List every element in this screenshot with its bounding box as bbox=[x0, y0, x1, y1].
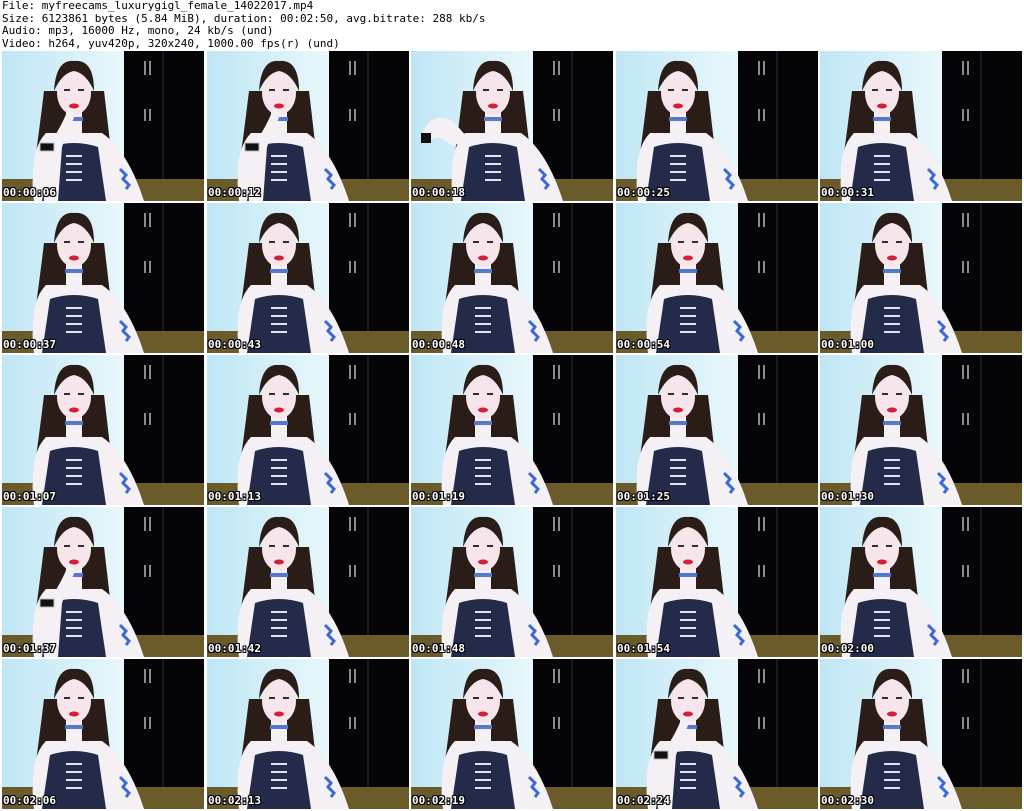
file-name-line: File: myfreecams_luxurygigl_female_14022… bbox=[2, 0, 314, 12]
thumbnail-timestamp: 00:00:25 bbox=[617, 186, 670, 199]
video-thumbnail: 00:00:48 bbox=[411, 203, 613, 353]
video-info-line: Video: h264, yuv420p, 320x240, 1000.00 f… bbox=[2, 36, 340, 50]
video-thumbnail: 00:01:30 bbox=[820, 355, 1022, 505]
video-frame-image bbox=[411, 51, 613, 201]
video-frame-image bbox=[2, 355, 204, 505]
video-thumbnail: 00:01:13 bbox=[207, 355, 409, 505]
thumbnail-timestamp: 00:02:13 bbox=[208, 794, 261, 807]
thumbnail-timestamp: 00:01:48 bbox=[412, 642, 465, 655]
thumbnail-timestamp: 00:02:24 bbox=[617, 794, 670, 807]
thumbnail-timestamp: 00:02:06 bbox=[3, 794, 56, 807]
thumbnail-timestamp: 00:00:37 bbox=[3, 338, 56, 351]
video-thumbnail: 00:00:06 bbox=[2, 51, 204, 201]
video-thumbnail: 00:01:00 bbox=[820, 203, 1022, 353]
video-thumbnail: 00:02:19 bbox=[411, 659, 613, 809]
video-frame-image bbox=[207, 355, 409, 505]
video-thumbnail: 00:00:18 bbox=[411, 51, 613, 201]
video-frame-image bbox=[820, 659, 1022, 809]
video-thumbnail: 00:02:06 bbox=[2, 659, 204, 809]
video-frame-image bbox=[616, 659, 818, 809]
video-thumbnail: 00:01:37 bbox=[2, 507, 204, 657]
file-info-header: File: myfreecams_luxurygigl_female_14022… bbox=[2, 0, 1022, 50]
thumbnail-timestamp: 00:01:07 bbox=[3, 490, 56, 503]
thumbnail-timestamp: 00:01:19 bbox=[412, 490, 465, 503]
thumbnail-timestamp: 00:00:18 bbox=[412, 186, 465, 199]
thumbnail-grid: 00:00:06 00:00:12 00:00:18 00:00:25 00:00:31… bbox=[2, 51, 1022, 811]
video-frame-image bbox=[207, 507, 409, 657]
thumbnail-timestamp: 00:02:19 bbox=[412, 794, 465, 807]
video-frame-image bbox=[411, 507, 613, 657]
video-frame-image bbox=[820, 203, 1022, 353]
video-frame-image bbox=[2, 203, 204, 353]
video-frame-image bbox=[411, 203, 613, 353]
video-thumbnail: 00:00:25 bbox=[616, 51, 818, 201]
thumbnail-timestamp: 00:01:13 bbox=[208, 490, 261, 503]
video-thumbnail: 00:01:19 bbox=[411, 355, 613, 505]
video-thumbnail: 00:00:37 bbox=[2, 203, 204, 353]
thumbnail-timestamp: 00:01:54 bbox=[617, 642, 670, 655]
thumbnail-timestamp: 00:02:30 bbox=[821, 794, 874, 807]
thumbnail-timestamp: 00:01:25 bbox=[617, 490, 670, 503]
video-thumbnail: 00:02:13 bbox=[207, 659, 409, 809]
video-thumbnail: 00:00:31 bbox=[820, 51, 1022, 201]
video-frame-image bbox=[616, 203, 818, 353]
video-thumbnail: 00:02:24 bbox=[616, 659, 818, 809]
video-thumbnail: 00:01:54 bbox=[616, 507, 818, 657]
video-frame-image bbox=[820, 507, 1022, 657]
thumbnail-timestamp: 00:01:37 bbox=[3, 642, 56, 655]
video-frame-image bbox=[2, 659, 204, 809]
video-frame-image bbox=[820, 51, 1022, 201]
video-thumbnail: 00:01:07 bbox=[2, 355, 204, 505]
video-frame-image bbox=[2, 507, 204, 657]
thumbnail-timestamp: 00:00:54 bbox=[617, 338, 670, 351]
video-thumbnail: 00:00:12 bbox=[207, 51, 409, 201]
video-thumbnail: 00:01:48 bbox=[411, 507, 613, 657]
video-frame-image bbox=[2, 51, 204, 201]
video-thumbnail: 00:01:25 bbox=[616, 355, 818, 505]
video-thumbnail: 00:00:54 bbox=[616, 203, 818, 353]
video-thumbnail: 00:00:43 bbox=[207, 203, 409, 353]
thumbnail-timestamp: 00:00:43 bbox=[208, 338, 261, 351]
thumbnail-timestamp: 00:01:42 bbox=[208, 642, 261, 655]
thumbnail-timestamp: 00:02:00 bbox=[821, 642, 874, 655]
video-frame-image bbox=[207, 203, 409, 353]
video-frame-image bbox=[207, 659, 409, 809]
video-thumbnail: 00:02:00 bbox=[820, 507, 1022, 657]
thumbnail-timestamp: 00:00:48 bbox=[412, 338, 465, 351]
thumbnail-timestamp: 00:00:06 bbox=[3, 186, 56, 199]
video-frame-image bbox=[616, 507, 818, 657]
thumbnail-timestamp: 00:00:31 bbox=[821, 186, 874, 199]
video-frame-image bbox=[411, 659, 613, 809]
video-frame-image bbox=[820, 355, 1022, 505]
audio-info-line: Audio: mp3, 16000 Hz, mono, 24 kb/s (und… bbox=[2, 24, 274, 37]
thumbnail-timestamp: 00:00:12 bbox=[208, 186, 261, 199]
video-frame-image bbox=[207, 51, 409, 201]
video-thumbnail: 00:02:30 bbox=[820, 659, 1022, 809]
thumbnail-timestamp: 00:01:30 bbox=[821, 490, 874, 503]
video-frame-image bbox=[411, 355, 613, 505]
video-frame-image bbox=[616, 355, 818, 505]
video-thumbnail: 00:01:42 bbox=[207, 507, 409, 657]
thumbnail-timestamp: 00:01:00 bbox=[821, 338, 874, 351]
video-frame-image bbox=[616, 51, 818, 201]
